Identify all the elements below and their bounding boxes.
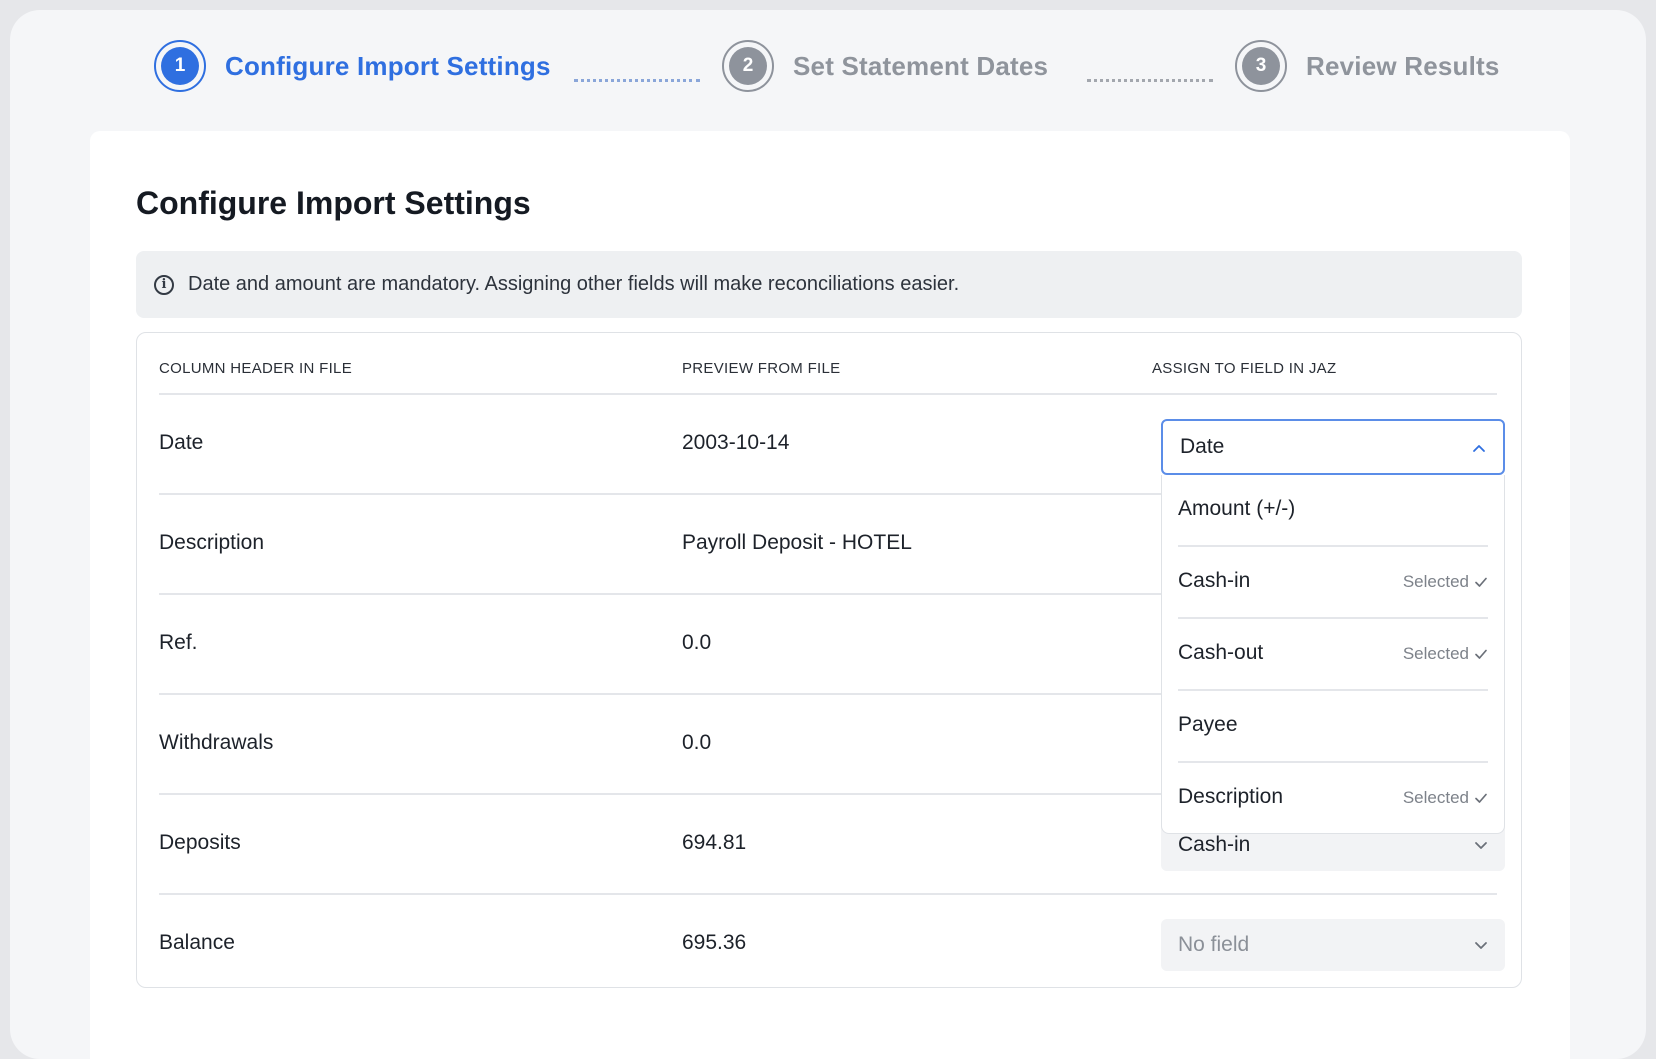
app-window: 1 Configure Import Settings 2 Set Statem… [10, 10, 1646, 1059]
page-title: Configure Import Settings [136, 185, 531, 221]
column-name: Date [159, 431, 204, 454]
field-select-value: No field [1178, 933, 1250, 956]
step-2-indicator: 2 [722, 40, 774, 92]
step-connector-2 [1087, 79, 1213, 82]
header-preview-from-file: PREVIEW FROM FILE [682, 360, 841, 377]
option-status: Selected [1402, 788, 1469, 807]
info-icon: i [154, 274, 174, 295]
option-selected-badge: Selected [1403, 788, 1488, 808]
dropdown-option-description[interactable]: Description Selected [1178, 763, 1488, 833]
column-name: Balance [159, 931, 235, 954]
preview-value: 694.81 [682, 831, 747, 854]
chevron-up-icon [1473, 445, 1485, 452]
field-mapping-table: COLUMN HEADER IN FILE PREVIEW FROM FILE … [136, 332, 1522, 988]
chevron-down-icon [1475, 842, 1487, 849]
dropdown-option-payee[interactable]: Payee [1178, 691, 1488, 763]
preview-value: 0.0 [682, 631, 712, 654]
header-column-in-file: COLUMN HEADER IN FILE [159, 360, 352, 377]
field-select-date[interactable]: Date [1161, 419, 1505, 475]
field-select-value: Cash-in [1178, 833, 1251, 856]
preview-value: 695.36 [682, 931, 747, 954]
header-assign-to-field: ASSIGN TO FIELD IN JAZ [1152, 360, 1337, 377]
step-set-statement-dates[interactable]: 2 Set Statement Dates [722, 40, 1048, 92]
step-review-results[interactable]: 3 Review Results [1235, 40, 1500, 92]
option-status: Selected [1402, 644, 1469, 663]
step-1-number: 1 [161, 47, 199, 85]
import-settings-card: Configure Import Settings i Date and amo… [90, 131, 1570, 1059]
step-2-number: 2 [729, 47, 767, 85]
option-label: Payee [1178, 713, 1238, 736]
option-label: Cash-in [1178, 569, 1251, 592]
field-select-balance[interactable]: No field [1161, 919, 1505, 971]
step-3-label: Review Results [1306, 50, 1500, 81]
preview-value: Payroll Deposit - HOTEL [682, 531, 912, 554]
preview-value: 0.0 [682, 731, 712, 754]
step-2-label: Set Statement Dates [793, 50, 1049, 81]
option-status: Selected [1402, 572, 1469, 591]
step-3-indicator: 3 [1235, 40, 1287, 92]
check-icon [1475, 793, 1487, 803]
info-text: Date and amount are mandatory. Assigning… [188, 273, 960, 295]
info-banner: i Date and amount are mandatory. Assigni… [136, 251, 1522, 318]
column-name: Description [159, 531, 265, 554]
option-label: Amount (+/-) [1178, 497, 1296, 520]
step-1-label: Configure Import Settings [225, 50, 551, 81]
preview-value: 2003-10-14 [682, 431, 790, 454]
dropdown-option-cash-in[interactable]: Cash-in Selected [1178, 547, 1488, 619]
check-icon [1475, 649, 1487, 659]
field-dropdown-menu: Amount (+/-) Cash-in Selected Cash-out S… [1161, 475, 1505, 834]
option-label: Description [1178, 785, 1284, 808]
option-selected-badge: Selected [1403, 644, 1488, 664]
step-3-number: 3 [1242, 47, 1280, 85]
import-stepper: 1 Configure Import Settings 2 Set Statem… [10, 10, 1646, 130]
field-select-value: Date [1180, 435, 1225, 458]
column-name: Withdrawals [159, 731, 274, 754]
step-1-indicator: 1 [154, 40, 206, 92]
step-configure-import-settings[interactable]: 1 Configure Import Settings [154, 40, 551, 92]
dropdown-option-cash-out[interactable]: Cash-out Selected [1178, 619, 1488, 691]
dropdown-option-amount[interactable]: Amount (+/-) [1178, 475, 1488, 547]
check-icon [1475, 577, 1487, 587]
option-label: Cash-out [1178, 641, 1264, 664]
step-connector-1 [574, 79, 700, 82]
column-name: Deposits [159, 831, 241, 854]
option-selected-badge: Selected [1403, 572, 1488, 592]
chevron-down-icon [1475, 942, 1487, 949]
column-name: Ref. [159, 631, 198, 654]
